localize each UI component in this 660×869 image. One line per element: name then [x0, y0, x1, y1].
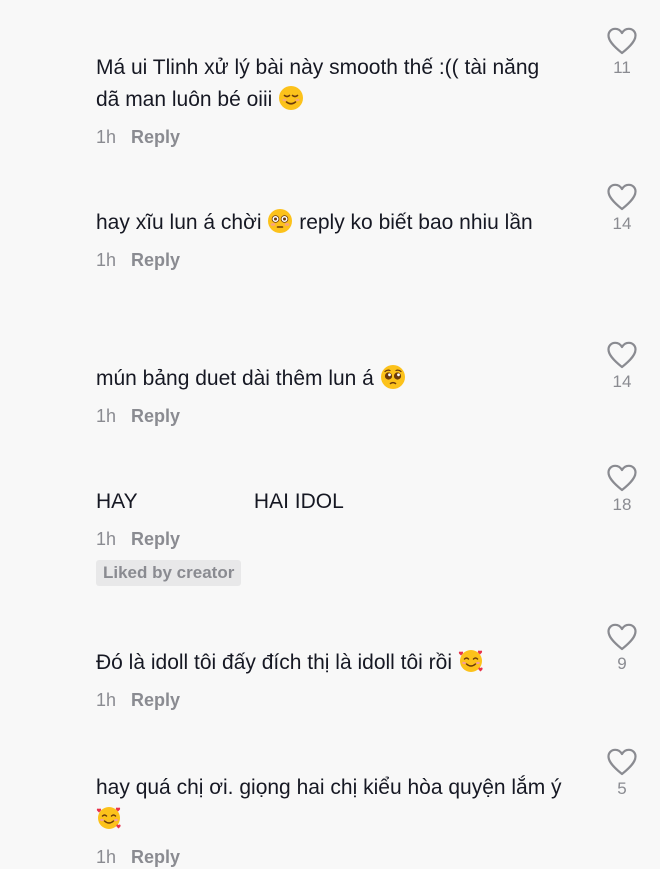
like-column: 9 [600, 622, 644, 674]
comment-text: hay xĩu lun á chời reply ko biết bao nhi… [96, 207, 566, 239]
like-column: 11 [600, 26, 644, 78]
like-column: 14 [600, 182, 644, 234]
comment-meta: 1h Reply [96, 249, 566, 271]
pleading-face-icon [380, 365, 405, 389]
comment-item: hay xĩu lun á chời reply ko biết bao nhi… [96, 207, 566, 271]
comment-text: HAY HAI IDOL [96, 486, 566, 518]
comment-item: mún bảng duet dài thêm lun á 1h Reply [96, 363, 566, 427]
reply-button[interactable]: Reply [131, 406, 180, 426]
comments-list: Má ui Tlinh xử lý bài này smooth thế :((… [0, 0, 660, 869]
like-count: 14 [612, 372, 632, 391]
comment-text: Đó là idoll tôi đấy đích thị là idoll tô… [96, 647, 566, 679]
like-count: 14 [612, 214, 632, 233]
comment-item: hay quá chị ơi. giọng hai chị kiểu hòa q… [96, 772, 566, 868]
comment-text-part: Má ui Tlinh xử lý bài này smooth thế :((… [96, 56, 546, 111]
comment-text: Má ui Tlinh xử lý bài này smooth thế :((… [96, 52, 566, 116]
comment-meta: 1h Reply [96, 126, 566, 148]
comment-text-part: HAY HAI IDOL [96, 490, 344, 513]
smiling-face-with-hearts-icon [96, 807, 121, 829]
heart-icon[interactable] [606, 463, 638, 493]
comment-time: 1h [96, 690, 117, 710]
comment-time: 1h [96, 529, 117, 549]
reply-button[interactable]: Reply [131, 529, 180, 549]
comment-text-part: mún bảng duet dài thêm lun á [96, 367, 380, 390]
comment-time: 1h [96, 250, 117, 270]
reply-button[interactable]: Reply [131, 250, 180, 270]
heart-icon[interactable] [606, 26, 638, 56]
like-count: 11 [613, 58, 631, 77]
comment-meta: 1h Reply [96, 846, 566, 868]
comment-text: mún bảng duet dài thêm lun á [96, 363, 566, 395]
comment-text-part: hay xĩu lun á chời [96, 211, 268, 234]
like-column: 5 [600, 747, 644, 799]
comment-meta: 1h Reply [96, 405, 566, 427]
liked-by-creator-badge: Liked by creator [96, 560, 242, 586]
like-column: 14 [600, 340, 644, 392]
comment-time: 1h [96, 127, 117, 147]
heart-icon[interactable] [606, 182, 638, 212]
reply-button[interactable]: Reply [131, 847, 180, 867]
heart-icon[interactable] [606, 747, 638, 777]
reply-button[interactable]: Reply [131, 127, 180, 147]
smiling-face-with-hearts-icon [458, 650, 483, 672]
heart-icon[interactable] [606, 340, 638, 370]
comment-item: Đó là idoll tôi đấy đích thị là idoll tô… [96, 647, 566, 711]
comment-item: Má ui Tlinh xử lý bài này smooth thế :((… [96, 52, 566, 148]
relieved-face-icon [279, 86, 304, 110]
comment-text-part: hay quá chị ơi. giọng hai chị kiểu hòa q… [96, 776, 562, 799]
comment-time: 1h [96, 406, 117, 426]
comment-text-part: Đó là idoll tôi đấy đích thị là idoll tô… [96, 651, 458, 674]
like-count: 5 [617, 779, 627, 798]
like-column: 18 [600, 463, 644, 515]
comment-text-part: reply ko biết bao nhiu lần [293, 211, 533, 234]
like-count: 18 [612, 495, 632, 514]
comment-text: hay quá chị ơi. giọng hai chị kiểu hòa q… [96, 772, 566, 836]
flushed-face-icon [268, 209, 293, 233]
comment-item: HAY HAI IDOL 1h Reply Liked by creator [96, 486, 566, 586]
heart-icon[interactable] [606, 622, 638, 652]
comment-meta: 1h Reply [96, 528, 566, 550]
comment-meta: 1h Reply [96, 689, 566, 711]
like-count: 9 [617, 654, 627, 673]
reply-button[interactable]: Reply [131, 690, 180, 710]
comment-time: 1h [96, 847, 117, 867]
